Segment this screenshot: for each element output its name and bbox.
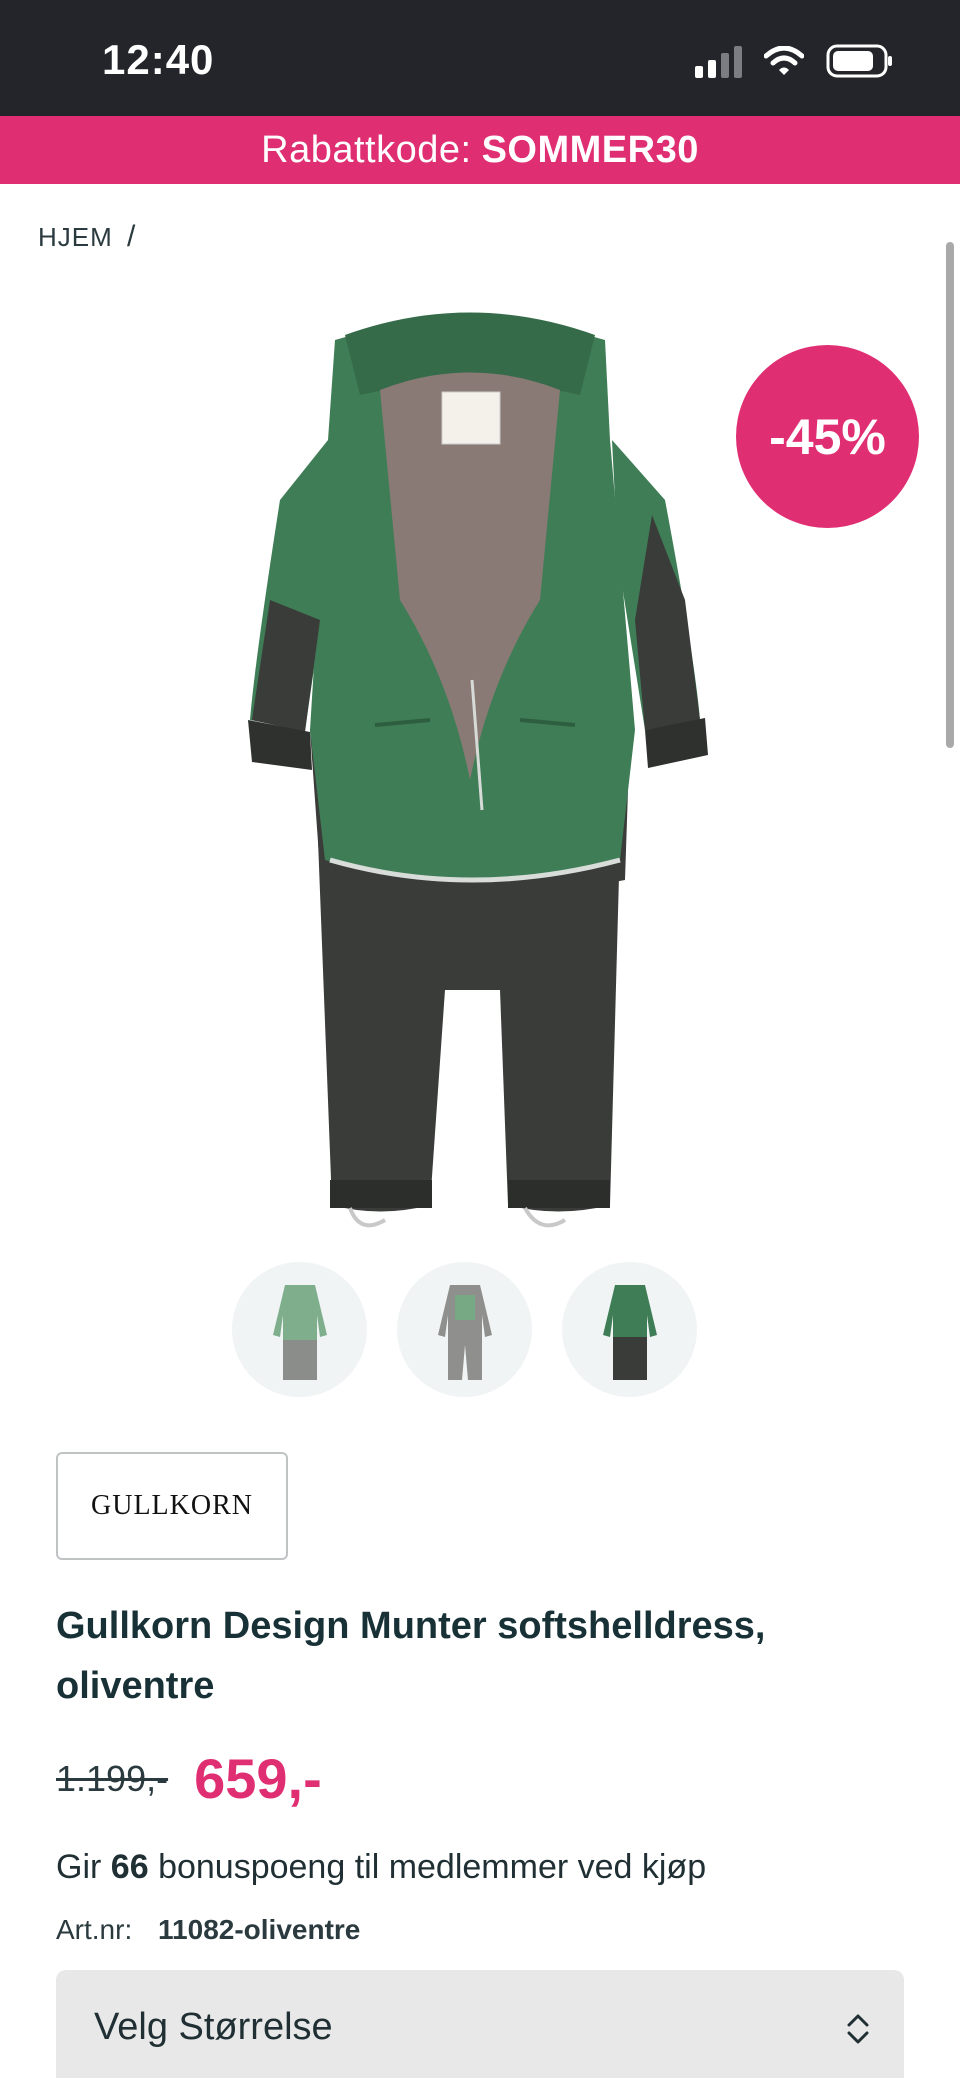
bonus-points: 66 xyxy=(110,1848,149,1886)
bonus-prefix: Gir xyxy=(56,1848,102,1886)
promo-prefix: Rabattkode: xyxy=(261,128,472,171)
promo-code: SOMMER30 xyxy=(481,128,699,171)
artnr-value: 11082-oliventre xyxy=(158,1914,361,1945)
sale-price: 659,- xyxy=(194,1747,322,1810)
scrollbar[interactable] xyxy=(946,242,954,748)
breadcrumb: HJEM / xyxy=(38,220,136,254)
bonus-suffix: bonuspoeng til medlemmer ved kjøp xyxy=(158,1848,707,1886)
size-select-label: Velg Størrelse xyxy=(94,2006,333,2048)
thumbnail-image xyxy=(272,1284,327,1380)
bonus-text: Gir 66 bonuspoeng til medlemmer ved kjøp xyxy=(56,1848,706,1887)
thumbnail-1[interactable] xyxy=(232,1262,367,1397)
battery-icon xyxy=(826,44,892,78)
thumbnail-image xyxy=(437,1284,492,1380)
artnr-label: Art.nr: xyxy=(56,1914,133,1945)
size-select[interactable]: Velg Størrelse xyxy=(56,1970,904,2078)
price-block: 1.199,- 659,- xyxy=(56,1746,322,1811)
breadcrumb-separator: / xyxy=(127,220,137,253)
status-time: 12:40 xyxy=(102,36,215,83)
old-price: 1.199,- xyxy=(56,1757,169,1799)
thumbnail-2[interactable] xyxy=(397,1262,532,1397)
thumbnail-image xyxy=(602,1284,657,1380)
thumbnail-row xyxy=(232,1262,697,1397)
product-title: Gullkorn Design Munter softshelldress, o… xyxy=(56,1605,766,1707)
discount-badge: -45% xyxy=(736,345,919,528)
breadcrumb-home[interactable]: HJEM xyxy=(38,222,113,252)
brand-logo[interactable]: GULLKORN xyxy=(56,1452,288,1560)
promo-banner: Rabattkode: SOMMER30 xyxy=(0,116,960,184)
status-icons xyxy=(695,44,894,78)
article-number: Art.nr: 11082-oliventre xyxy=(56,1914,360,1946)
chevron-updown-icon xyxy=(847,2014,869,2044)
thumbnail-3[interactable] xyxy=(562,1262,697,1397)
status-bar: 12:40 xyxy=(0,0,960,116)
product-image[interactable] xyxy=(240,300,720,1250)
wifi-icon xyxy=(764,46,804,75)
signal-icon xyxy=(695,44,742,78)
